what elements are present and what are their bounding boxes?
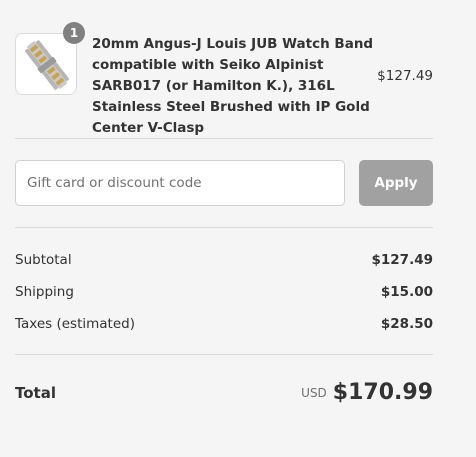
total-row: Total USD $170.99 [15, 380, 433, 410]
watch-band-icon [24, 40, 70, 90]
product-name: 20mm Angus-J Louis JUB Watch Band compat… [92, 36, 374, 136]
shipping-label: Shipping [15, 284, 74, 300]
product-price: $127.49 [377, 68, 433, 84]
taxes-value: $28.50 [380, 316, 433, 332]
shipping-row: Shipping $15.00 [15, 282, 433, 302]
taxes-label: Taxes (estimated) [15, 316, 135, 332]
total-amount: $170.99 [332, 380, 433, 405]
currency-code: USD [301, 386, 327, 400]
divider [15, 354, 433, 355]
quantity-badge: 1 [63, 22, 85, 44]
divider [15, 227, 433, 228]
total-label: Total [15, 384, 56, 402]
subtotal-value: $127.49 [371, 252, 434, 268]
apply-button[interactable]: Apply [359, 160, 433, 206]
shipping-value: $15.00 [380, 284, 433, 300]
subtotal-row: Subtotal $127.49 [15, 250, 433, 270]
taxes-row: Taxes (estimated) $28.50 [15, 314, 433, 334]
divider [15, 138, 433, 139]
subtotal-label: Subtotal [15, 252, 72, 268]
discount-code-input[interactable] [15, 160, 345, 206]
cart-line-item: 1 20mm Angus-J Louis JUB Watch Band comp… [15, 22, 433, 136]
total-price: USD $170.99 [301, 380, 433, 405]
